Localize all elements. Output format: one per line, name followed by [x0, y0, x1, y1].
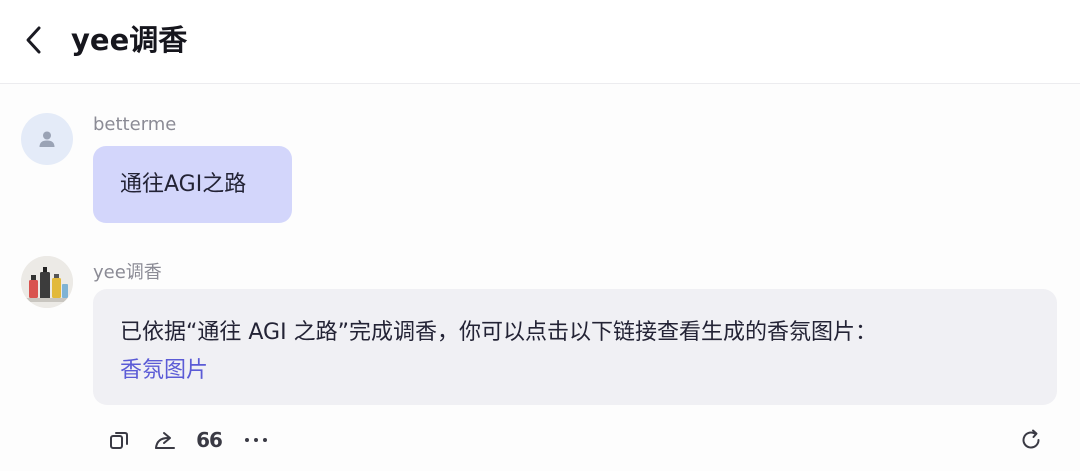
bot-message-bubble: 已依据“通往 AGI 之路”完成调香，你可以点击以下链接查看生成的香氛图片： 香… [93, 289, 1057, 405]
app-header: yee调香 [0, 0, 1080, 84]
user-icon [39, 131, 55, 147]
perfume-bottles-avatar [21, 256, 73, 308]
quote-icon: 66 [196, 428, 223, 452]
sender-name: yee调香 [93, 262, 162, 283]
copy-button[interactable] [107, 425, 131, 455]
copy-icon [110, 432, 128, 449]
bot-message-text: 已依据“通往 AGI 之路”完成调香，你可以点击以下链接查看生成的香氛图片： [120, 320, 877, 345]
page-title: yee调香 [71, 23, 188, 57]
bot-avatar[interactable] [21, 256, 73, 308]
regenerate-button[interactable] [1018, 425, 1044, 455]
share-icon [155, 432, 175, 449]
quote-button[interactable]: 66 [196, 425, 223, 455]
back-button[interactable] [14, 20, 54, 60]
sender-name: betterme [93, 114, 177, 135]
more-icon [245, 438, 267, 442]
fragrance-image-link[interactable]: 香氛图片 [120, 353, 208, 389]
share-button[interactable] [153, 425, 177, 455]
more-button[interactable] [242, 425, 270, 455]
refresh-icon [1022, 429, 1040, 449]
chevron-left-icon [26, 26, 41, 54]
user-avatar[interactable] [21, 113, 73, 165]
user-message-bubble: 通往AGI之路 [93, 146, 292, 223]
